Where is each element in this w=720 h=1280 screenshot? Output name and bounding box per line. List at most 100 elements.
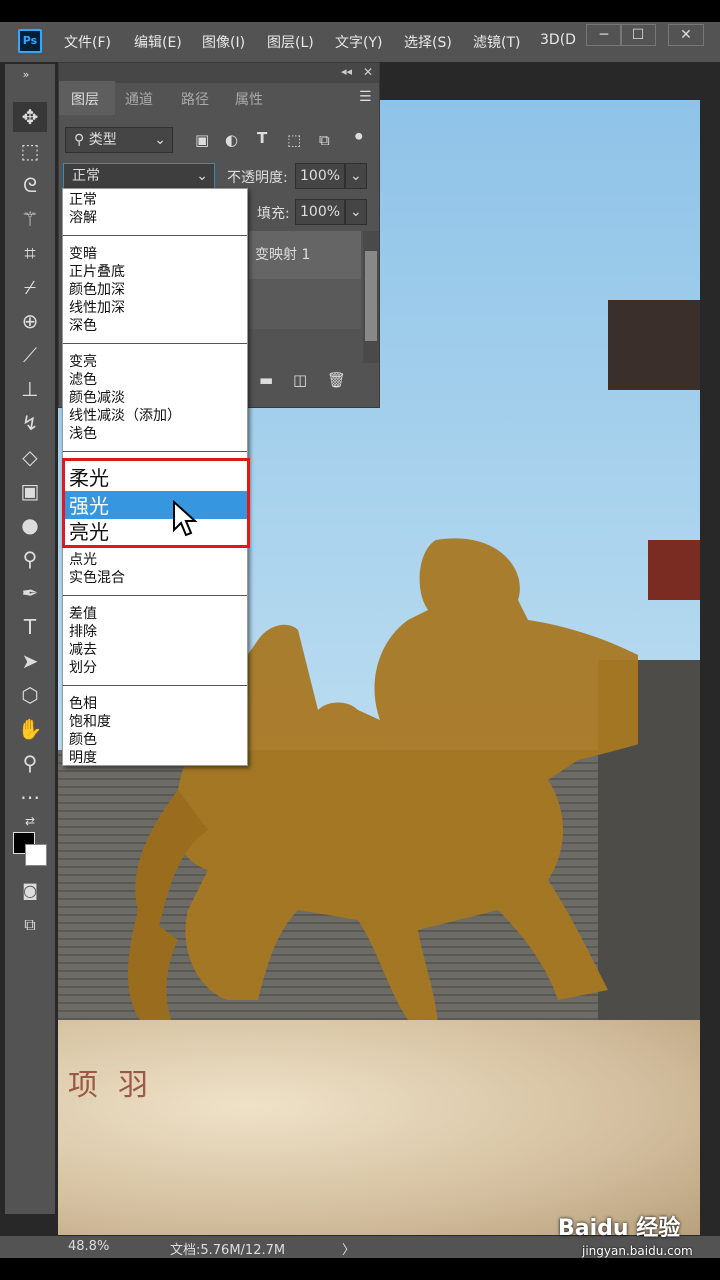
blend-option[interactable]: 溶解 [69,209,97,227]
menu-3d[interactable]: 3D(D [540,32,576,48]
pen-tool-icon[interactable]: ✒ [13,578,47,608]
blend-option[interactable]: 变亮 [69,353,97,371]
fill-dropdown-icon[interactable]: ⌄ [345,199,367,225]
blend-option[interactable]: 浅色 [69,425,97,443]
zoom-level[interactable]: 48.8% [68,1239,109,1254]
path-selection-tool-icon[interactable]: ➤ [13,646,47,676]
stone-pedestal [58,1020,700,1235]
tab-channels[interactable]: 通道 [125,89,153,109]
stamp-tool-icon[interactable]: ⊥ [13,374,47,404]
separator [63,595,247,596]
panel-close-icon[interactable]: ✕ [363,65,373,79]
panel-header: ◂◂ ✕ [59,63,379,83]
blend-option[interactable]: 颜色减淡 [69,389,125,407]
opacity-dropdown-icon[interactable]: ⌄ [345,163,367,189]
menu-file[interactable]: 文件(F) [64,32,111,52]
scrollbar-thumb[interactable] [365,251,377,341]
menu-layer[interactable]: 图层(L) [267,32,314,52]
status-menu-arrow-icon[interactable]: 〉 [342,1239,355,1258]
type-tool-icon[interactable]: T [13,612,47,642]
brush-tool-icon[interactable]: ⟋ [13,340,47,370]
filter-type-select[interactable]: ⚲ 类型 ⌄ [65,127,173,153]
blend-option[interactable]: 正常 [69,191,97,209]
menu-filter[interactable]: 滤镜(T) [473,32,520,52]
blend-option[interactable]: 排除 [69,623,97,641]
blend-mode-select[interactable]: 正常 ⌄ [63,163,215,189]
healing-brush-tool-icon[interactable]: ⊕ [13,306,47,336]
dodge-tool-icon[interactable]: ⚲ [13,544,47,574]
blend-option[interactable]: 线性减淡（添加） [69,407,181,425]
zoom-tool-icon[interactable]: ⚲ [13,748,47,778]
menu-type[interactable]: 文字(Y) [335,32,382,52]
move-tool-icon[interactable]: ✥ [13,102,47,132]
fill-label: 填充: [257,206,290,222]
tab-properties[interactable]: 属性 [235,89,263,109]
watermark-url: jingyan.baidu.com [582,1244,693,1258]
background-color-swatch[interactable] [25,844,47,866]
new-group-icon[interactable]: ▬ [259,371,273,389]
minimize-button[interactable]: ─ [586,24,622,46]
photoshop-logo: Ps [18,29,42,53]
collapse-icon[interactable]: » [9,68,43,82]
blend-option[interactable]: 滤色 [69,371,97,389]
blend-option[interactable]: 色相 [69,695,97,713]
blend-option[interactable]: 颜色加深 [69,281,125,299]
layer-row[interactable] [249,279,361,329]
filter-toggle-icon[interactable]: ⏺ [355,127,363,145]
maximize-button[interactable]: ☐ [620,24,656,46]
blend-option[interactable]: 饱和度 [69,713,111,731]
blend-option[interactable]: 划分 [69,659,97,677]
photoshop-window: Ps 文件(F) 编辑(E) 图像(I) 图层(L) 文字(Y) 选择(S) 滤… [0,0,720,1280]
blend-option[interactable]: 变暗 [69,245,97,263]
fill-input[interactable]: 100% [295,199,345,225]
adjustment-filter-icon[interactable]: ◐ [225,131,238,149]
crop-tool-icon[interactable]: ⌗ [13,238,47,268]
blur-tool-icon[interactable]: ● [13,510,47,540]
pavilion-roof [608,300,700,390]
blend-option[interactable]: 减去 [69,641,97,659]
tab-layers[interactable]: 图层 [71,89,99,109]
blend-option[interactable]: 颜色 [69,731,97,749]
type-filter-icon[interactable]: T [257,129,267,147]
rock-inscription: 项羽 [68,1068,168,1103]
lasso-tool-icon[interactable]: ᘓ [13,170,47,200]
shape-filter-icon[interactable]: ⬚ [287,131,301,149]
blend-mode-value: 正常 [72,168,100,184]
blend-option[interactable]: 实色混合 [69,569,125,587]
menu-edit[interactable]: 编辑(E) [134,32,182,52]
history-brush-tool-icon[interactable]: ↯ [13,408,47,438]
layer-row-gradient-map[interactable]: 变映射 1 [249,231,361,279]
close-button[interactable]: ✕ [668,24,704,46]
eraser-tool-icon[interactable]: ◇ [13,442,47,472]
magic-wand-tool-icon[interactable]: ⚚ [13,204,47,234]
panel-menu-icon[interactable]: ☰ [359,89,372,105]
blend-option[interactable]: 正片叠底 [69,263,125,281]
blend-option[interactable]: 线性加深 [69,299,125,317]
panel-collapse-icon[interactable]: ◂◂ [341,65,352,78]
hand-tool-icon[interactable]: ✋ [13,714,47,744]
gradient-tool-icon[interactable]: ▣ [13,476,47,506]
bottom-bar [0,1258,720,1280]
menu-image[interactable]: 图像(I) [202,32,245,52]
separator [63,343,247,344]
menu-select[interactable]: 选择(S) [404,32,452,52]
quick-mask-icon[interactable]: ◙ [13,876,47,906]
shape-tool-icon[interactable]: ⬡ [13,680,47,710]
trash-icon[interactable]: 🗑 [327,371,346,389]
marquee-tool-icon[interactable]: ⬚ [13,136,47,166]
new-layer-icon[interactable]: ◫ [293,371,307,389]
red-tower [648,540,700,600]
document-size: 文档:5.76M/12.7M [170,1243,286,1258]
annotation-highlight-box [62,458,250,548]
smart-object-filter-icon[interactable]: ⧉ [319,131,330,149]
blend-option[interactable]: 点光 [69,551,97,569]
blend-option[interactable]: 深色 [69,317,97,335]
opacity-input[interactable]: 100% [295,163,345,189]
pixel-filter-icon[interactable]: ▣ [195,131,209,149]
eyedropper-tool-icon[interactable]: ⌿ [13,272,47,302]
separator [63,235,247,236]
tab-paths[interactable]: 路径 [181,89,209,109]
blend-option[interactable]: 差值 [69,605,97,623]
blend-option[interactable]: 明度 [69,749,97,767]
screen-mode-icon[interactable]: ⧉ [13,910,47,940]
